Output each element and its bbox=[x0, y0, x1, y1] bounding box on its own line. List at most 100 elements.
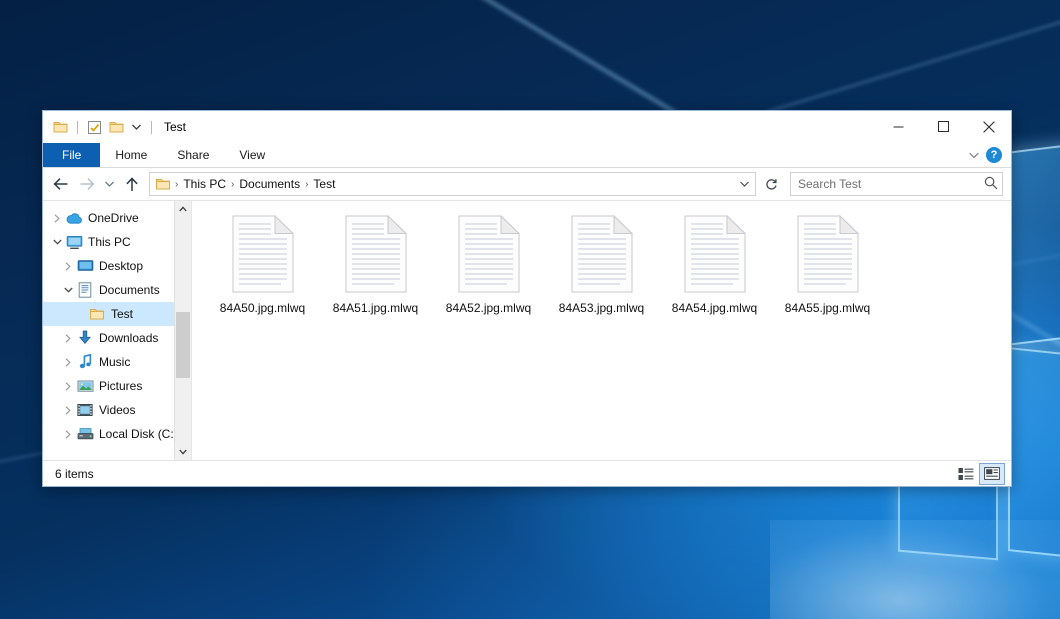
chevron-down-icon[interactable] bbox=[49, 230, 65, 254]
close-button[interactable] bbox=[966, 111, 1011, 142]
document-icon bbox=[458, 215, 520, 293]
expand-ribbon-chevron-down-icon[interactable] bbox=[969, 148, 979, 162]
scrollbar-track[interactable] bbox=[175, 217, 191, 444]
scroll-down-icon[interactable] bbox=[175, 444, 191, 460]
monitor-icon bbox=[65, 233, 83, 251]
sidebar-item-local-disk-c[interactable]: Local Disk (C:) bbox=[43, 422, 191, 446]
chevron-right-icon[interactable] bbox=[60, 326, 76, 350]
list-item[interactable]: 84A55.jpg.mlwq bbox=[771, 213, 884, 315]
help-icon[interactable]: ? bbox=[986, 147, 1002, 163]
sidebar-item-label: This PC bbox=[88, 235, 131, 249]
breadcrumb-folder-icon bbox=[155, 177, 171, 191]
sidebar-item-label: Downloads bbox=[99, 331, 158, 345]
chevron-right-icon[interactable] bbox=[60, 398, 76, 422]
scroll-up-icon[interactable] bbox=[175, 201, 191, 217]
up-button[interactable] bbox=[120, 172, 144, 196]
sidebar-item-onedrive[interactable]: OneDrive bbox=[43, 206, 191, 230]
minimize-button[interactable] bbox=[876, 111, 921, 142]
list-item[interactable]: 84A50.jpg.mlwq bbox=[206, 213, 319, 315]
search-input[interactable]: Search Test bbox=[790, 172, 1003, 196]
refresh-button[interactable] bbox=[759, 172, 783, 196]
document-icon bbox=[571, 215, 633, 293]
wallpaper-glow bbox=[770, 520, 1060, 619]
sidebar-item-music[interactable]: Music bbox=[43, 350, 191, 374]
document-icon bbox=[797, 215, 859, 293]
large-icons-view-button[interactable] bbox=[979, 463, 1005, 485]
breadcrumb-item-test[interactable]: Test bbox=[310, 177, 338, 191]
sidebar-item-desktop[interactable]: Desktop bbox=[43, 254, 191, 278]
navigation-pane-scrollbar[interactable] bbox=[174, 201, 191, 460]
sidebar-item-label: Videos bbox=[99, 403, 135, 417]
recent-locations-chevron-down-icon[interactable] bbox=[101, 172, 118, 196]
sidebar-item-pictures[interactable]: Pictures bbox=[43, 374, 191, 398]
toolbar-separator bbox=[151, 121, 152, 134]
chevron-right-icon[interactable] bbox=[49, 206, 65, 230]
file-list-pane[interactable]: 84A50.jpg.mlwq 84A51.j bbox=[192, 201, 1011, 460]
explorer-body: OneDrive This PC bbox=[43, 200, 1011, 460]
document-icon bbox=[684, 215, 746, 293]
folder-icon[interactable] bbox=[52, 119, 69, 136]
sidebar-item-label: Local Disk (C:) bbox=[99, 427, 178, 441]
list-item[interactable]: 84A51.jpg.mlwq bbox=[319, 213, 432, 315]
sidebar-item-downloads[interactable]: Downloads bbox=[43, 326, 191, 350]
scrollbar-thumb[interactable] bbox=[176, 312, 190, 378]
chevron-down-icon[interactable] bbox=[130, 119, 143, 136]
desktop: Test File Home Share View bbox=[0, 0, 1060, 619]
tab-home[interactable]: Home bbox=[100, 143, 162, 167]
status-bar: 6 items bbox=[43, 460, 1011, 486]
list-item[interactable]: 84A54.jpg.mlwq bbox=[658, 213, 771, 315]
quick-access-toolbar bbox=[43, 119, 155, 136]
tab-file[interactable]: File bbox=[43, 143, 100, 167]
sidebar-item-this-pc[interactable]: This PC bbox=[43, 230, 191, 254]
documents-icon bbox=[76, 281, 94, 299]
sidebar-item-label: Test bbox=[111, 307, 133, 321]
videos-icon bbox=[76, 401, 94, 419]
search-placeholder: Search Test bbox=[798, 177, 984, 191]
document-icon bbox=[232, 215, 294, 293]
sidebar-item-label: OneDrive bbox=[88, 211, 139, 225]
sidebar-item-videos[interactable]: Videos bbox=[43, 398, 191, 422]
sidebar-item-label: Music bbox=[99, 355, 130, 369]
file-name: 84A53.jpg.mlwq bbox=[559, 301, 644, 315]
list-item[interactable]: 84A53.jpg.mlwq bbox=[545, 213, 658, 315]
sidebar-item-test[interactable]: Test bbox=[43, 302, 191, 326]
breadcrumb-item-documents[interactable]: Documents bbox=[236, 177, 303, 191]
breadcrumb-dropdown-chevron-down-icon[interactable] bbox=[735, 174, 753, 194]
chevron-right-icon[interactable] bbox=[60, 374, 76, 398]
folder-icon bbox=[88, 305, 106, 323]
search-icon bbox=[984, 176, 998, 193]
new-folder-icon[interactable] bbox=[108, 119, 125, 136]
chevron-down-icon[interactable] bbox=[60, 278, 76, 302]
tab-view[interactable]: View bbox=[224, 143, 280, 167]
breadcrumb-separator: › bbox=[303, 179, 310, 190]
sidebar-item-label: Documents bbox=[99, 283, 160, 297]
ribbon-tab-strip: File Home Share View ? bbox=[43, 143, 1011, 168]
chevron-right-icon[interactable] bbox=[60, 350, 76, 374]
tab-share[interactable]: Share bbox=[162, 143, 224, 167]
sidebar-item-label: Pictures bbox=[99, 379, 142, 393]
back-button[interactable] bbox=[49, 172, 73, 196]
window-controls bbox=[876, 111, 1011, 143]
pictures-icon bbox=[76, 377, 94, 395]
title-bar: Test bbox=[43, 111, 1011, 143]
file-name: 84A52.jpg.mlwq bbox=[446, 301, 531, 315]
properties-icon[interactable] bbox=[86, 119, 103, 136]
wallpaper-window-pane bbox=[1008, 140, 1060, 346]
music-icon bbox=[76, 353, 94, 371]
window-title: Test bbox=[164, 120, 186, 134]
file-name: 84A51.jpg.mlwq bbox=[333, 301, 418, 315]
details-view-button[interactable] bbox=[953, 463, 979, 485]
file-explorer-window: Test File Home Share View bbox=[42, 110, 1012, 487]
list-item[interactable]: 84A52.jpg.mlwq bbox=[432, 213, 545, 315]
file-grid: 84A50.jpg.mlwq 84A51.j bbox=[206, 213, 1011, 315]
chevron-right-icon[interactable] bbox=[60, 254, 76, 278]
breadcrumb[interactable]: › This PC › Documents › Test bbox=[149, 172, 756, 196]
sidebar-item-documents[interactable]: Documents bbox=[43, 278, 191, 302]
maximize-button[interactable] bbox=[921, 111, 966, 142]
breadcrumb-item-this-pc[interactable]: This PC bbox=[180, 177, 229, 191]
chevron-right-icon[interactable] bbox=[60, 422, 76, 446]
download-icon bbox=[76, 329, 94, 347]
disk-icon bbox=[76, 425, 94, 443]
forward-button[interactable] bbox=[75, 172, 99, 196]
toolbar-separator bbox=[77, 121, 78, 134]
